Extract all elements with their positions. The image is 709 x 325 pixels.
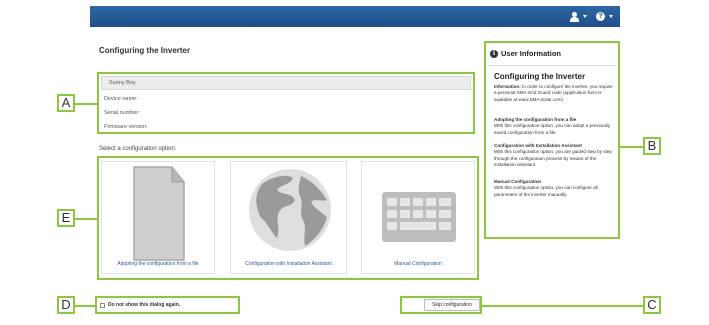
- option-manual-configuration[interactable]: Manual Configuration: [361, 161, 475, 274]
- callout-b: B: [643, 137, 661, 155]
- callout-leader: [75, 218, 97, 220]
- user-info-section: Manual Configuration With this configura…: [494, 179, 616, 198]
- select-option-label: Select a configuration option:: [99, 146, 177, 152]
- callout-leader: [620, 146, 643, 148]
- device-name-label: Device name:: [104, 96, 138, 102]
- callout-e: E: [57, 209, 75, 227]
- user-info-section: Configuration with Installation Assistan…: [494, 143, 616, 168]
- divider: [488, 65, 616, 66]
- option-label: Configuration with Installation Assistan…: [245, 261, 332, 267]
- top-bar: ?: [90, 6, 620, 27]
- firmware-version-label: Firmware version:: [104, 124, 148, 130]
- user-menu-button[interactable]: [570, 10, 587, 23]
- device-panel-header: Sunny Boy: [101, 76, 471, 90]
- option-installation-assistant[interactable]: Configuration with Installation Assistan…: [230, 161, 347, 274]
- option-label: Manual Configuration: [394, 261, 442, 267]
- user-icon: [570, 11, 579, 22]
- help-menu-button[interactable]: ?: [596, 10, 613, 23]
- option-label: Adopting the configuration from a file: [117, 261, 199, 267]
- keyboard-icon: [382, 192, 456, 242]
- section-text: With this configuration option, you can …: [494, 123, 611, 135]
- user-info-section: Adopting the configuration from a file W…: [494, 117, 616, 136]
- chevron-down-icon: [583, 15, 587, 18]
- file-icon: [133, 166, 185, 261]
- user-info-information: Information: In order to configure the i…: [494, 84, 616, 103]
- skip-configuration-button[interactable]: Skip configuration: [424, 299, 480, 311]
- section-title: Adopting the configuration from a file: [494, 117, 577, 122]
- callout-d: D: [57, 296, 75, 314]
- info-icon: i: [490, 49, 498, 58]
- section-title: Configuration with Installation Assistan…: [494, 143, 582, 148]
- user-information-panel: i User Information Configuring the Inver…: [484, 41, 620, 239]
- user-info-header: i User Information: [490, 49, 561, 58]
- dont-show-again-area: Do not show this dialog again.: [95, 296, 240, 314]
- callout-leader: [75, 305, 95, 307]
- information-label: Information:: [494, 84, 521, 89]
- help-icon: ?: [596, 12, 605, 21]
- option-adopt-from-file[interactable]: Adopting the configuration from a file: [101, 161, 215, 274]
- callout-leader: [482, 305, 643, 307]
- callout-a: A: [57, 94, 75, 112]
- user-info-header-text: User Information: [501, 49, 562, 58]
- globe-icon: [249, 169, 331, 251]
- chevron-down-icon: [609, 15, 613, 18]
- serial-number-label: Serial number:: [104, 110, 140, 116]
- dont-show-again-checkbox[interactable]: [100, 302, 105, 308]
- device-info-panel: Sunny Boy Device name: Serial number: Fi…: [97, 72, 475, 134]
- section-text: With this configuration option, you are …: [494, 149, 612, 167]
- section-text: With this configuration option, you can …: [494, 185, 598, 197]
- user-info-title: Configuring the Inverter: [494, 72, 586, 81]
- callout-c: C: [643, 296, 661, 314]
- page-title: Configuring the Inverter: [99, 46, 191, 55]
- callout-leader: [75, 103, 97, 105]
- section-title: Manual Configuration: [494, 179, 542, 184]
- dont-show-again-label[interactable]: Do not show this dialog again.: [108, 302, 180, 308]
